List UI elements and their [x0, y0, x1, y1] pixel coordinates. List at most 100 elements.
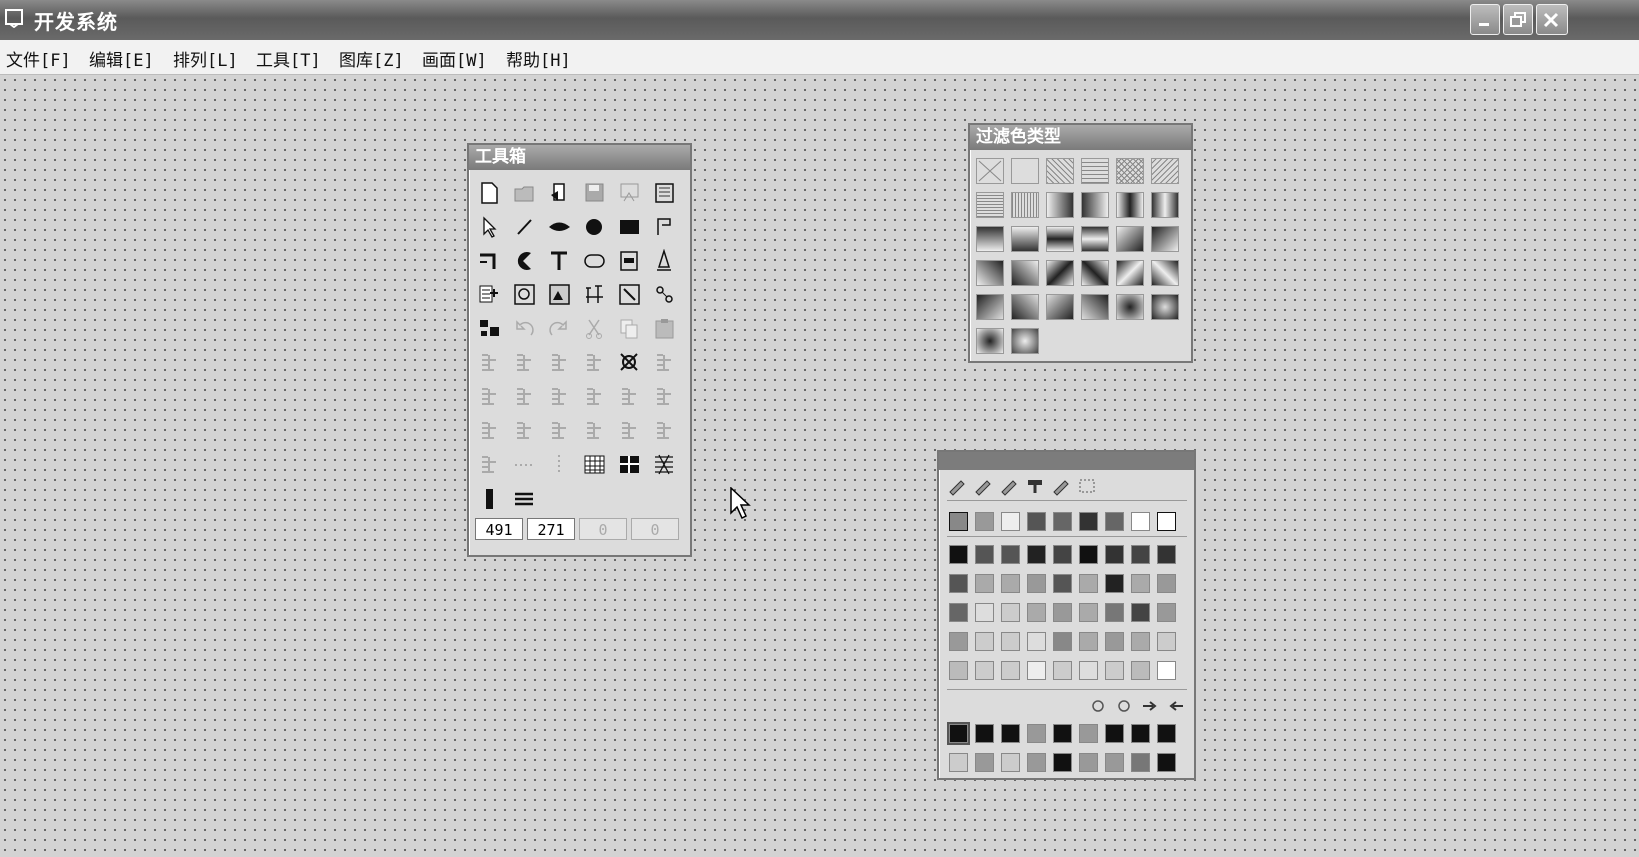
filter-type-30[interactable] — [1151, 294, 1179, 320]
color-swatch[interactable] — [1001, 603, 1020, 622]
color-panel-titlebar[interactable] — [939, 452, 1194, 470]
custom-color-swatch[interactable] — [1079, 753, 1098, 772]
color-swatch[interactable] — [1131, 545, 1150, 564]
filter-type-3[interactable] — [1046, 158, 1074, 184]
color-swatch[interactable] — [1079, 632, 1098, 651]
document-tool[interactable] — [649, 178, 681, 208]
filter-panel-title[interactable]: 过滤色类型 — [970, 125, 1191, 150]
color-swatch[interactable] — [1157, 632, 1176, 651]
quick-swatch[interactable] — [1079, 512, 1098, 531]
image-tool[interactable] — [544, 280, 576, 310]
filter-type-20[interactable] — [1011, 260, 1039, 286]
pie-tool[interactable] — [509, 246, 541, 276]
quick-swatch[interactable] — [1157, 512, 1176, 531]
custom-color-swatch[interactable] — [1079, 724, 1098, 743]
color-swatch[interactable] — [1105, 661, 1124, 680]
filter-type-11[interactable] — [1116, 192, 1144, 218]
filter-type-24[interactable] — [1151, 260, 1179, 286]
color-swatch[interactable] — [1131, 632, 1150, 651]
copy-tool[interactable] — [614, 314, 646, 344]
color-swatch[interactable] — [1027, 545, 1046, 564]
filter-type-6[interactable] — [1151, 158, 1179, 184]
line-tool[interactable] — [509, 212, 541, 242]
undo-tool[interactable] — [509, 314, 541, 344]
align-top-tool[interactable] — [474, 416, 506, 446]
quick-swatch[interactable] — [1131, 512, 1150, 531]
color-swatch[interactable] — [975, 603, 994, 622]
align-bottom-tool[interactable] — [509, 416, 541, 446]
custom-color-swatch[interactable] — [1131, 724, 1150, 743]
color-swatch[interactable] — [1105, 545, 1124, 564]
lamp-tool[interactable] — [649, 246, 681, 276]
drawing-canvas[interactable] — [0, 75, 1639, 857]
custom-color-swatch[interactable] — [1157, 753, 1176, 772]
color-swatch[interactable] — [975, 545, 994, 564]
custom-color-swatch[interactable] — [949, 753, 968, 772]
color-swatch[interactable] — [1053, 661, 1072, 680]
color-swatch[interactable] — [1001, 574, 1020, 593]
color-swatch[interactable] — [1079, 661, 1098, 680]
filter-type-19[interactable] — [976, 260, 1004, 286]
bar-tool[interactable] — [474, 484, 506, 514]
color-swatch[interactable] — [1001, 545, 1020, 564]
toolbox-title[interactable]: 工具箱 — [469, 145, 690, 170]
center-h-tool[interactable] — [544, 416, 576, 446]
custom-color-swatch[interactable] — [947, 722, 970, 745]
quick-swatch[interactable] — [1053, 512, 1072, 531]
grid-coarse-tool[interactable] — [614, 450, 646, 480]
link-tool[interactable] — [649, 280, 681, 310]
menu-edit[interactable]: 编辑[E] — [89, 46, 154, 71]
quick-swatch[interactable] — [1001, 512, 1020, 531]
filter-type-29[interactable] — [1116, 294, 1144, 320]
custom-color-swatch[interactable] — [1157, 724, 1176, 743]
flip-tool[interactable] — [544, 382, 576, 412]
filter-type-1[interactable] — [976, 158, 1004, 184]
rectangle-tool[interactable] — [614, 212, 646, 242]
filter-type-22[interactable] — [1081, 260, 1109, 286]
quick-swatch[interactable] — [975, 512, 994, 531]
align-tool[interactable] — [474, 348, 506, 378]
filter-type-32[interactable] — [1011, 328, 1039, 354]
filter-type-10[interactable] — [1081, 192, 1109, 218]
color-swatch[interactable] — [1105, 603, 1124, 622]
dots-h-tool[interactable] — [509, 450, 541, 480]
custom-color-swatch[interactable] — [1053, 753, 1072, 772]
meter-tool[interactable] — [474, 280, 506, 310]
quick-swatch[interactable] — [1027, 512, 1046, 531]
filter-type-16[interactable] — [1081, 226, 1109, 252]
dots-v-tool[interactable] — [544, 450, 576, 480]
filter-type-7[interactable] — [976, 192, 1004, 218]
color-swatch[interactable] — [1001, 661, 1020, 680]
filter-type-23[interactable] — [1116, 260, 1144, 286]
polyline-tool[interactable] — [649, 212, 681, 242]
corner-line-tool[interactable] — [474, 246, 506, 276]
arrow-tool[interactable] — [649, 348, 681, 378]
redo-tool[interactable] — [544, 314, 576, 344]
equal-height-tool[interactable] — [614, 416, 646, 446]
color-swatch[interactable] — [1131, 661, 1150, 680]
text-color-icon[interactable] — [1025, 476, 1045, 496]
color-swatch[interactable] — [1157, 545, 1176, 564]
filter-type-14[interactable] — [1011, 226, 1039, 252]
filter-type-15[interactable] — [1046, 226, 1074, 252]
color-swatch[interactable] — [975, 661, 994, 680]
color-swatch[interactable] — [1027, 661, 1046, 680]
brush-icon[interactable] — [999, 476, 1019, 496]
custom-color-swatch[interactable] — [975, 724, 994, 743]
color-swatch[interactable] — [975, 632, 994, 651]
filter-type-18[interactable] — [1151, 226, 1179, 252]
x-coord-field[interactable]: 491 — [475, 518, 523, 540]
resize-tool[interactable] — [614, 280, 646, 310]
filter-type-2[interactable] — [1011, 158, 1039, 184]
quick-swatch[interactable] — [1105, 512, 1124, 531]
color-swatch[interactable] — [1079, 545, 1098, 564]
menu-arrange[interactable]: 排列[L] — [173, 46, 238, 71]
distribute-tool[interactable] — [579, 348, 611, 378]
color-swatch[interactable] — [1027, 603, 1046, 622]
grid-icon[interactable] — [1077, 476, 1097, 496]
color-swatch[interactable] — [1131, 603, 1150, 622]
target-icon[interactable] — [1115, 697, 1133, 715]
custom-color-swatch[interactable] — [1027, 753, 1046, 772]
color-swatch[interactable] — [949, 603, 968, 622]
custom-color-swatch[interactable] — [1053, 724, 1072, 743]
